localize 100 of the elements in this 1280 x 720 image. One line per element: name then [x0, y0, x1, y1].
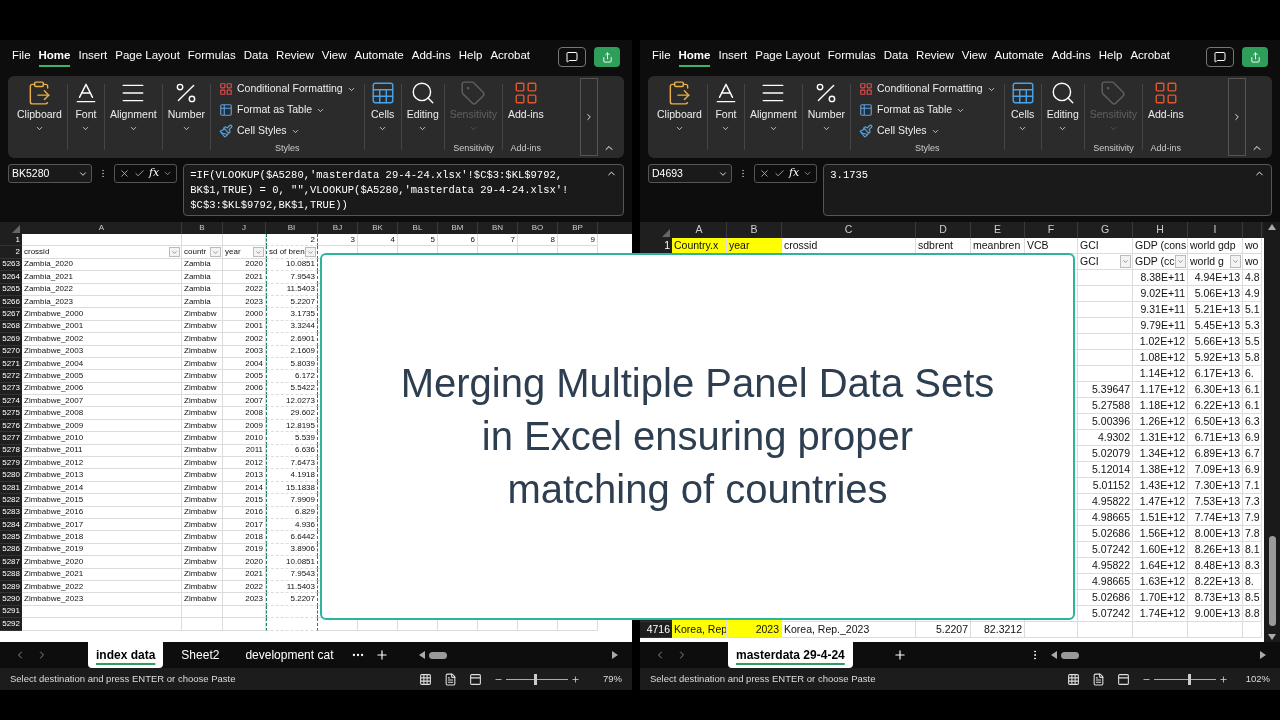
column-header[interactable]: D: [939, 222, 947, 238]
zoom-in-icon[interactable]: [1219, 674, 1228, 684]
ribbon-button[interactable]: Font: [712, 80, 739, 133]
ribbon-button[interactable]: Add-ins: [508, 80, 544, 123]
menu-tab[interactable]: Page Layout: [115, 46, 180, 68]
share-button[interactable]: [594, 47, 620, 67]
row-header[interactable]: 5265: [2, 283, 20, 296]
page-layout-icon[interactable]: [444, 672, 457, 686]
ribbon-menu-button[interactable]: Cell Styles: [217, 122, 358, 140]
name-box[interactable]: D4693: [648, 164, 732, 183]
column-header[interactable]: BN: [491, 222, 504, 234]
menu-tab[interactable]: Automate: [994, 46, 1044, 68]
ribbon-menu-button[interactable]: Format as Table: [857, 101, 998, 119]
comments-button[interactable]: [1206, 47, 1234, 67]
column-header[interactable]: BL: [412, 222, 423, 234]
sheet-tab[interactable]: masterdata 29-4-24: [728, 642, 853, 668]
ribbon-button[interactable]: Cells: [369, 80, 396, 133]
row-header[interactable]: 5281: [2, 481, 20, 494]
zoom-slider[interactable]: [1154, 673, 1216, 685]
ribbon-button[interactable]: Add-ins: [1148, 80, 1184, 123]
check-icon[interactable]: [774, 168, 785, 179]
menu-tab[interactable]: File: [652, 46, 671, 68]
row-header[interactable]: 5271: [2, 357, 20, 370]
name-box[interactable]: BK5280: [8, 164, 92, 183]
menu-tab[interactable]: Acrobat: [1130, 46, 1171, 68]
menu-tab[interactable]: Data: [883, 46, 909, 68]
row-header[interactable]: 5286: [2, 543, 20, 556]
row-header[interactable]: 5274: [2, 394, 20, 407]
column-header[interactable]: F: [1047, 222, 1055, 238]
horizontal-scrollbar[interactable]: [1051, 650, 1266, 660]
column-header[interactable]: A: [98, 222, 105, 234]
row-header[interactable]: 5277: [2, 431, 20, 444]
ribbon-button[interactable]: Number: [807, 80, 845, 133]
ribbon-menu-button[interactable]: Cell Styles: [857, 122, 998, 140]
share-button[interactable]: [1242, 47, 1268, 67]
normal-view-icon[interactable]: [1067, 672, 1080, 686]
cancel-icon[interactable]: [119, 168, 130, 179]
menu-tab[interactable]: File: [12, 46, 31, 68]
insert-function-button[interactable]: fx: [789, 165, 800, 182]
row-header[interactable]: 5270: [2, 345, 20, 358]
row-header[interactable]: 5288: [2, 568, 20, 581]
row-header[interactable]: 5282: [2, 493, 20, 506]
menu-tab[interactable]: Help: [458, 46, 483, 68]
sheet-tab[interactable]: index data: [88, 642, 164, 668]
row-header[interactable]: 5266: [2, 295, 20, 308]
ribbon-button[interactable]: Clipboard: [17, 80, 62, 133]
menu-tab[interactable]: Help: [1098, 46, 1123, 68]
menu-tab[interactable]: View: [321, 46, 347, 68]
menu-tab[interactable]: Acrobat: [490, 46, 531, 68]
row-header[interactable]: 5287: [2, 555, 20, 568]
menu-tab[interactable]: Home: [678, 46, 711, 68]
zoom-slider-thumb[interactable]: [1188, 673, 1192, 685]
menu-tab[interactable]: Review: [916, 46, 954, 68]
zoom-slider[interactable]: [506, 673, 568, 685]
row-header[interactable]: 5267: [2, 308, 20, 321]
menu-tab[interactable]: Insert: [718, 46, 748, 68]
row-header[interactable]: 5269: [2, 332, 20, 345]
column-header[interactable]: H: [1156, 222, 1164, 238]
row-header[interactable]: 5279: [2, 456, 20, 469]
column-header[interactable]: B: [199, 222, 205, 234]
row-header[interactable]: 5285: [2, 531, 20, 544]
menu-tab[interactable]: Page Layout: [755, 46, 820, 68]
column-header[interactable]: BK: [372, 222, 383, 234]
column-header[interactable]: C: [844, 222, 853, 238]
menu-tab[interactable]: Formulas: [827, 46, 876, 68]
row-header[interactable]: 5290: [2, 593, 20, 606]
row-header[interactable]: 5283: [2, 506, 20, 519]
cancel-icon[interactable]: [759, 168, 770, 179]
menu-tab[interactable]: View: [961, 46, 987, 68]
row-header[interactable]: 5263: [2, 258, 20, 271]
menu-tab[interactable]: Review: [276, 46, 314, 68]
row-header[interactable]: 5284: [2, 518, 20, 531]
menu-tab[interactable]: Data: [243, 46, 269, 68]
row-header[interactable]: 5273: [2, 382, 20, 395]
zoom-slider-thumb[interactable]: [533, 673, 537, 685]
column-header[interactable]: BI: [287, 222, 296, 234]
page-layout-icon[interactable]: [1092, 672, 1105, 686]
ribbon-menu-button[interactable]: Conditional Formatting: [217, 80, 358, 98]
row-header[interactable]: 5289: [2, 580, 20, 593]
normal-view-icon[interactable]: [419, 672, 432, 686]
row-header[interactable]: 5276: [2, 419, 20, 432]
column-header[interactable]: BO: [531, 222, 544, 234]
menu-tab[interactable]: Home: [38, 46, 71, 68]
page-break-icon[interactable]: [1117, 672, 1130, 686]
row-header[interactable]: 5280: [2, 469, 20, 482]
zoom-level[interactable]: 102%: [1240, 671, 1270, 687]
ribbon-menu-button[interactable]: Format as Table: [217, 101, 358, 119]
row-header[interactable]: 1: [664, 237, 670, 254]
column-header[interactable]: BJ: [332, 222, 343, 234]
formula-field[interactable]: =IF(VLOOKUP($A5280,'masterdata 29-4-24.xlsx'!$C$3:$KL$9792, BK$1,TRUE) = 0, "",VLOOKUP($A5280,'masterdata 29-4-24.xlsx'! $C$3:$KL$9792,BK$1,TRUE)): [183, 164, 624, 216]
row-header[interactable]: 5292: [2, 617, 20, 630]
ribbon-button[interactable]: Alignment: [109, 80, 157, 133]
menu-tab[interactable]: Insert: [78, 46, 108, 68]
ribbon-button[interactable]: Font: [72, 80, 99, 133]
ribbon-button[interactable]: Clipboard: [657, 80, 702, 133]
menu-tab[interactable]: Formulas: [187, 46, 236, 68]
insert-function-button[interactable]: fx: [149, 165, 160, 182]
row-header[interactable]: 5278: [2, 444, 20, 457]
menu-tab[interactable]: Add-ins: [1051, 46, 1091, 68]
sheet-tab[interactable]: Sheet2: [173, 642, 228, 668]
